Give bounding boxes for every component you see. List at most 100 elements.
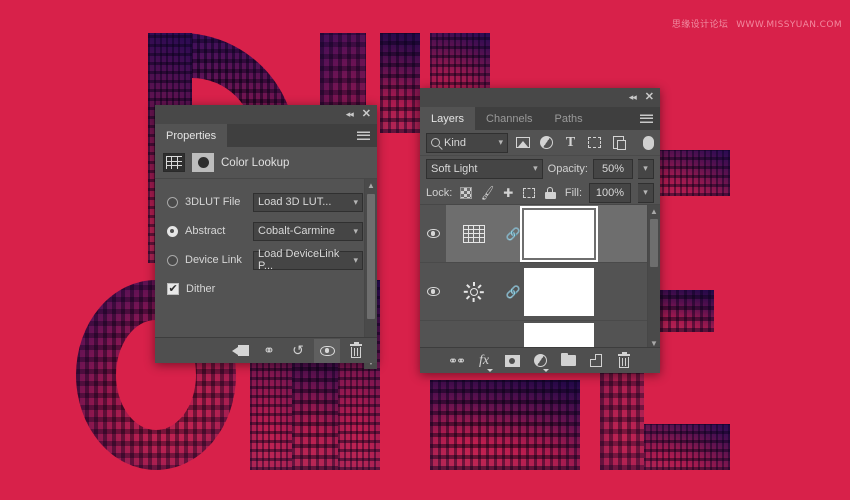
layer-list[interactable]: 🔗 [420,205,660,350]
dropdown-3dlut-file[interactable]: Load 3D LUT... ▾ [253,193,363,212]
label-dither: Dither [186,283,254,295]
layer-mask-link[interactable]: 🔗 [502,227,524,241]
delete-adjustment-button[interactable] [343,339,369,363]
reset-button[interactable]: ↺ [285,339,311,363]
fill-label: Fill: [565,187,582,199]
adjustment-circle-icon [192,153,214,172]
layer-mask-thumbnail[interactable] [524,210,594,258]
lock-image-pixels-button[interactable]: 🖌 [480,186,494,200]
scroll-thumb[interactable] [650,219,658,267]
collapse-panel-icon[interactable]: ◂◂ [629,93,636,102]
toggle-visibility-button[interactable] [314,339,340,363]
layer-visibility-toggle[interactable] [420,321,446,350]
close-icon[interactable]: ✕ [362,109,371,120]
lock-artboard-nesting-button[interactable] [522,186,536,200]
blend-mode-row: Soft Light ▾ Opacity: 50% ▾ [420,156,660,181]
mask-icon [505,355,520,367]
scroll-up-icon[interactable]: ▲ [648,205,660,218]
delete-layer-button[interactable] [615,351,633,371]
letter-glyph [644,424,730,470]
filter-pixel-layers-button[interactable] [513,134,532,152]
table-row[interactable]: 🔗 [420,263,660,321]
link-layers-button[interactable]: ⚭⚭ [447,351,465,371]
collapse-panel-icon[interactable]: ◂◂ [346,110,353,119]
blend-mode-dropdown[interactable]: Soft Light ▾ [426,159,543,179]
lock-position-button[interactable]: ✚ [501,186,515,200]
dropdown-device-link[interactable]: Load DeviceLink P... ▾ [253,251,363,270]
dropdown-device-link-value: Load DeviceLink P... [258,248,353,272]
tab-paths[interactable]: Paths [544,107,594,130]
filter-smart-object-button[interactable] [609,134,628,152]
chain-link-icon: 🔗 [506,227,521,241]
color-lookup-grid-icon [163,153,185,172]
filter-type-layers-button[interactable]: T [561,134,580,152]
filter-shape-layers-button[interactable] [585,134,604,152]
chevron-down-icon: ▾ [533,164,538,173]
opacity-label: Opacity: [548,163,588,175]
radio-abstract[interactable] [167,226,178,237]
clip-to-layer-icon [232,344,249,357]
color-lookup-grid-icon [463,225,485,243]
filter-kind-dropdown[interactable]: Kind ▾ [426,133,508,153]
chevron-down-icon: ▾ [353,227,358,236]
opacity-input[interactable]: 50% [593,159,633,179]
checkbox-dither[interactable] [167,283,179,295]
table-row[interactable] [420,321,660,350]
hamburger-menu-icon[interactable] [357,131,370,140]
new-layer-button[interactable] [587,351,605,371]
watermark-chinese: 思缘设计论坛 [672,20,728,30]
image-icon [516,137,530,148]
label-3dlut-file: 3DLUT File [185,196,253,208]
lock-row: Lock: 🖌 ✚ Fill: 100% ▾ [420,181,660,205]
close-icon[interactable]: ✕ [645,92,654,103]
layer-mask-thumbnail[interactable] [524,268,594,316]
layer-mask-link[interactable]: 🔗 [502,285,524,299]
artboard-icon [523,188,535,198]
layer-thumbnail[interactable] [446,282,502,302]
clip-to-layer-button[interactable] [227,339,253,363]
lock-icon [545,187,556,199]
tab-channels[interactable]: Channels [475,107,543,130]
layers-tabrow: Layers Channels Paths [420,107,660,130]
scroll-track[interactable] [365,192,377,356]
new-adjustment-layer-button[interactable] [531,351,549,371]
layer-visibility-toggle[interactable] [420,205,446,262]
tab-layers[interactable]: Layers [420,107,475,130]
scroll-up-icon[interactable]: ▲ [365,179,377,192]
layer-mask-thumbnail[interactable] [524,323,594,349]
layer-visibility-toggle[interactable] [420,263,446,320]
lock-all-button[interactable] [543,186,557,200]
smart-object-icon [613,136,624,149]
tab-properties[interactable]: Properties [155,124,227,147]
hamburger-menu-icon[interactable] [640,114,653,123]
view-previous-state-button[interactable]: ⚭ [256,339,282,363]
move-arrows-icon: ✚ [503,186,513,200]
layer-thumbnail[interactable] [446,225,502,243]
fill-input[interactable]: 100% [589,183,631,203]
label-abstract: Abstract [185,225,253,237]
letter-glyph [430,380,580,470]
dropdown-abstract[interactable]: Cobalt-Carmine ▾ [253,222,363,241]
add-layer-mask-button[interactable] [503,351,521,371]
scroll-thumb[interactable] [367,194,375,319]
page-title: Color Lookup [221,157,289,169]
new-layer-icon [590,354,602,367]
dropdown-3dlut-value: Load 3D LUT... [258,196,331,208]
new-group-button[interactable] [559,351,577,371]
scroll-track[interactable] [648,218,660,337]
lock-transparent-pixels-button[interactable] [459,186,473,200]
layer-style-button[interactable]: fx [475,351,493,371]
radio-device-link[interactable] [167,255,178,266]
filter-enable-toggle[interactable] [643,136,654,150]
lock-label: Lock: [426,187,452,199]
properties-tabrow: Properties [155,124,377,147]
filter-adjustment-layers-button[interactable] [537,134,556,152]
half-circle-icon [534,354,547,367]
table-row[interactable]: 🔗 [420,205,660,263]
properties-header: Color Lookup [155,147,377,179]
radio-3dlut-file[interactable] [167,197,178,208]
layers-scrollbar[interactable]: ▲ ▼ [647,205,660,350]
chevron-down-icon [543,369,549,372]
opacity-stepper[interactable]: ▾ [638,159,654,179]
fill-stepper[interactable]: ▾ [638,183,654,203]
